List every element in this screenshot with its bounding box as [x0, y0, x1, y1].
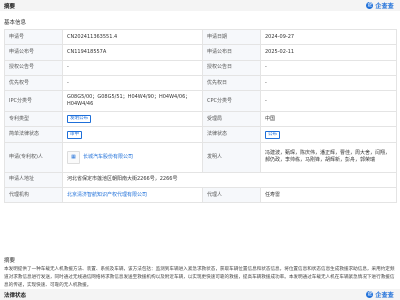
label-publication-date: 申请公布日	[202, 44, 261, 61]
agency-link[interactable]: 北京清济智航知识产权代理有限公司	[67, 192, 147, 198]
brand-logo-icon: 企	[366, 291, 374, 298]
simple-status-badge: 审中	[67, 130, 82, 139]
table-row: 专利类型 发明公布 受理局 中国	[4, 111, 397, 128]
value-agency: 北京清济智航知识产权代理有限公司	[62, 187, 203, 204]
summary-header-bar: 摘要 企 企查查	[0, 0, 400, 11]
table-row: IPC分类号 G08G5/00；G08G5/51；H04W4/90；H04W4/…	[4, 90, 397, 113]
value-patent-type: 发明公布	[62, 111, 203, 128]
value-priority-number: -	[62, 74, 203, 92]
building-icon: ▦	[67, 150, 80, 164]
value-application-number: CN202411363551.4	[62, 28, 203, 46]
basic-info-table: 申请号 CN202411363551.4 申请日期 2024-09-27 申请公…	[4, 28, 397, 204]
label-applicant: 申请(专利权)人	[4, 141, 63, 173]
summary-header-title: 摘要	[4, 4, 16, 10]
table-row: 代理机构 北京清济智航知识产权代理有限公司 代理人 任寿雷	[4, 187, 397, 204]
value-legal-status: 公布	[260, 126, 397, 143]
label-patent-type: 专利类型	[4, 111, 63, 128]
value-grant-number: -	[62, 59, 203, 76]
label-agency: 代理机构	[4, 187, 63, 204]
table-row: 优先权号 - 优先权日 -	[4, 74, 397, 92]
label-priority-number: 优先权号	[4, 74, 63, 92]
value-priority-date: -	[260, 74, 397, 92]
value-cpc: -	[260, 90, 397, 113]
label-simple-legal-status: 简单法律状态	[4, 126, 63, 143]
legal-status-header-bar: 法律状态 企 企查查	[0, 289, 400, 300]
value-agent: 任寿雷	[260, 187, 397, 204]
value-application-date: 2024-09-27	[260, 28, 397, 46]
table-row: 申请公布号 CN119418557A 申请公布日 2025-02-11	[4, 44, 397, 61]
label-grant-date: 授权公告日	[202, 59, 261, 76]
label-cpc: CPC分类号	[202, 90, 261, 113]
value-publication-date: 2025-02-11	[260, 44, 397, 61]
label-application-number: 申请号	[4, 28, 63, 46]
abstract-title: 摘要	[4, 258, 16, 264]
label-inventor: 发明人	[202, 141, 261, 173]
table-row: 授权公告号 - 授权公告日 -	[4, 59, 397, 76]
legal-status-badge: 公布	[265, 130, 280, 139]
brand-name: 企查查	[375, 3, 394, 10]
label-application-date: 申请日期	[202, 28, 261, 46]
value-publication-number: CN119418557A	[62, 44, 203, 61]
value-applicant: ▦ 长城汽车股份有限公司	[62, 141, 203, 173]
label-publication-number: 申请公布号	[4, 44, 63, 61]
label-applicant-address: 申请人地址	[4, 171, 63, 189]
legal-status-title: 法律状态	[4, 293, 27, 299]
table-row: 申请号 CN202411363551.4 申请日期 2024-09-27	[4, 28, 397, 46]
label-priority-date: 优先权日	[202, 74, 261, 92]
label-grant-number: 授权公告号	[4, 59, 63, 76]
table-row: 简单法律状态 审中 法律状态 公布	[4, 126, 397, 143]
value-inventors: 冯建波，甄琛，陈庆伟，潘正辉，曹佳，周大舍，闫翔，郝仍政，李帅栋，马刚锋，胡辉新…	[260, 141, 397, 173]
label-office: 受理局	[202, 111, 261, 128]
label-agent: 代理人	[202, 187, 261, 204]
applicant-link[interactable]: 长城汽车股份有限公司	[83, 154, 133, 161]
label-ipc: IPC分类号	[4, 90, 63, 113]
table-row: 申请人地址 河北省保定市莲池区朝阳南大街2266号，2266号	[4, 171, 397, 189]
patent-type-badge: 发明公布	[67, 115, 91, 124]
basic-info-title: 基本信息	[4, 20, 27, 26]
value-grant-date: -	[260, 59, 397, 76]
value-simple-legal-status: 审中	[62, 126, 203, 143]
brand-watermark: 企 企查查	[366, 291, 394, 299]
brand-logo-icon: 企	[366, 2, 374, 9]
brand-watermark: 企 企查查	[366, 2, 394, 10]
value-applicant-address: 河北省保定市莲池区朝阳南大街2266号，2266号	[62, 171, 397, 189]
brand-name: 企查查	[375, 292, 394, 299]
table-row: 申请(专利权)人 ▦ 长城汽车股份有限公司 发明人 冯建波，甄琛，陈庆伟，潘正辉…	[4, 141, 397, 173]
value-office: 中国	[260, 111, 397, 128]
label-legal-status: 法律状态	[202, 126, 261, 143]
abstract-text: 本发明提供了一种车载无人机救援方法、装置、系统及车辆，该方法包括：监测到车辆进入…	[4, 267, 395, 288]
value-ipc: G08G5/00；G08G5/51；H04W4/90；H04W4/06；H04W…	[62, 90, 203, 113]
